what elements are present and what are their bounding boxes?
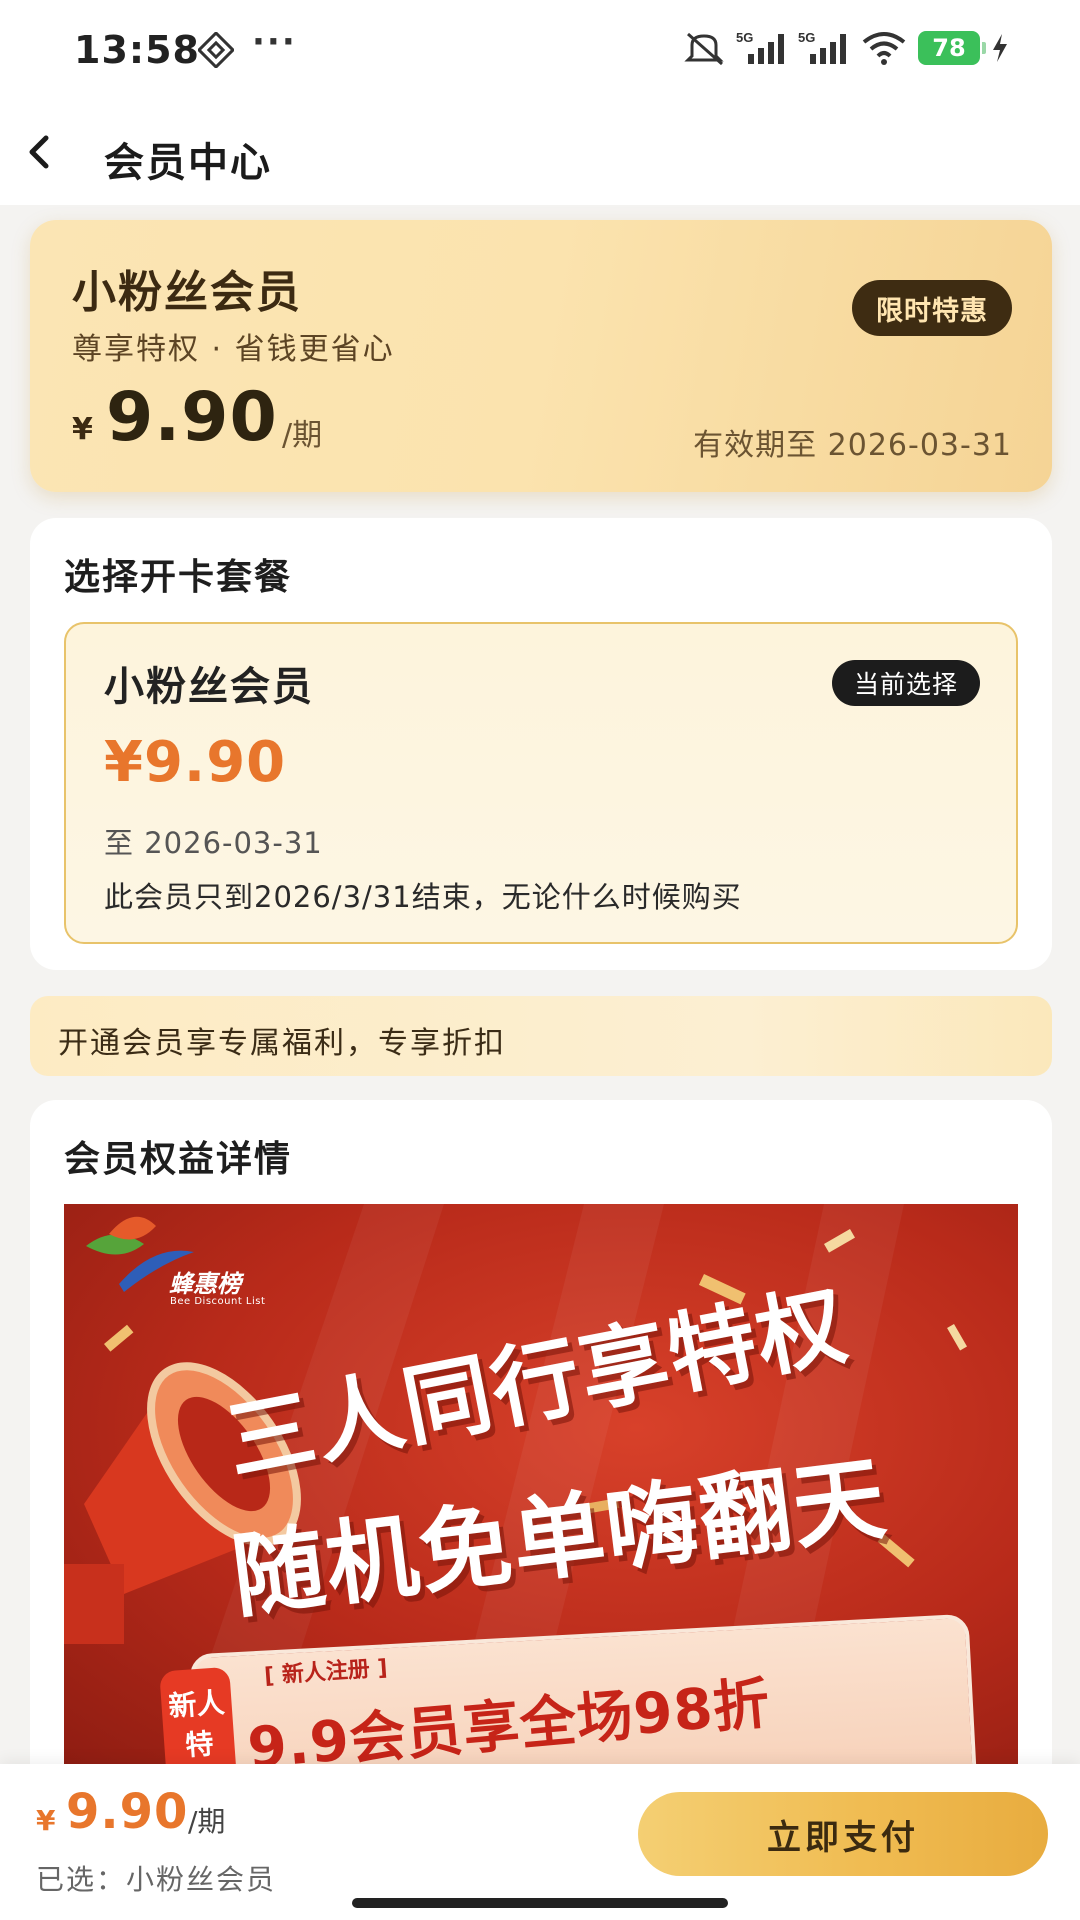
checkout-bar: ¥ 9.90 /期 已选：小粉丝会员 立即支付 [0, 1764, 1080, 1920]
charging-icon [993, 34, 1007, 62]
checkout-price: 9.90 [66, 1784, 189, 1840]
network-label-1: 5G [736, 30, 753, 45]
poster-side-label: 新人特 [159, 1666, 239, 1764]
checkout-currency: ¥ [36, 1804, 56, 1837]
nfc-icon [198, 32, 234, 68]
poster-logo-subtitle: Bee Discount List [170, 1296, 266, 1307]
section-title-details: 会员权益详情 [64, 1139, 293, 1180]
signal-icon: 5G [736, 30, 784, 64]
signal-icon-2: 5G [798, 30, 846, 64]
price-unit: /期 [282, 418, 323, 453]
benefit-text: 开通会员享专属福利，专享折扣 [58, 1026, 506, 1061]
membership-hero-card: 小粉丝会员 尊享特权 · 省钱更省心 ¥ 9.90 /期 限时特惠 有效期至 2… [30, 220, 1052, 492]
promo-poster-image: 蜂惠榜 Bee Discount List 三人同行享特权 随机免单嗨翻天 新人… [64, 1204, 1018, 1764]
benefit-banner: 开通会员享专属福利，专享折扣 [30, 996, 1052, 1076]
top-nav-bar: 会员中心 [0, 100, 1080, 205]
membership-subtitle: 尊享特权 · 省钱更省心 [72, 332, 395, 367]
currency-symbol: ¥ [72, 412, 93, 447]
back-arrow-icon[interactable] [18, 130, 62, 174]
package-note: 此会员只到2026/3/31结束，无论什么时候购买 [104, 880, 742, 914]
poster-logo-name: 蜂惠榜 [169, 1270, 241, 1298]
more-dots: ··· [252, 22, 297, 62]
membership-price: 9.90 [106, 378, 278, 457]
package-option[interactable]: 小粉丝会员 当前选择 ¥9.90 至 2026-03-31 此会员只到2026/… [64, 622, 1018, 944]
limited-offer-badge: 限时特惠 [852, 280, 1012, 336]
checkout-unit: /期 [188, 1805, 226, 1838]
battery-icon: 78 [918, 31, 986, 65]
selected-package-label: 已选：小粉丝会员 [36, 1863, 277, 1896]
status-bar: 13:58 ··· 5G 5G 78 [0, 0, 1080, 100]
status-time: 13:58 [74, 28, 200, 72]
mute-icon [684, 32, 724, 66]
home-indicator[interactable] [352, 1898, 728, 1908]
page-title: 会员中心 [104, 140, 272, 186]
wifi-icon [862, 32, 906, 65]
current-selection-badge: 当前选择 [831, 660, 980, 706]
section-title-package: 选择开卡套餐 [64, 557, 293, 598]
validity-date: 有效期至 2026-03-31 [693, 428, 1012, 463]
pay-now-button[interactable]: 立即支付 [638, 1792, 1048, 1876]
package-expiry: 至 2026-03-31 [104, 826, 323, 860]
membership-title: 小粉丝会员 [72, 267, 302, 318]
package-price: ¥9.90 [104, 730, 287, 795]
package-selection-card: 选择开卡套餐 小粉丝会员 当前选择 ¥9.90 至 2026-03-31 此会员… [30, 518, 1052, 970]
network-label-2: 5G [798, 30, 815, 45]
package-name: 小粉丝会员 [104, 664, 314, 710]
